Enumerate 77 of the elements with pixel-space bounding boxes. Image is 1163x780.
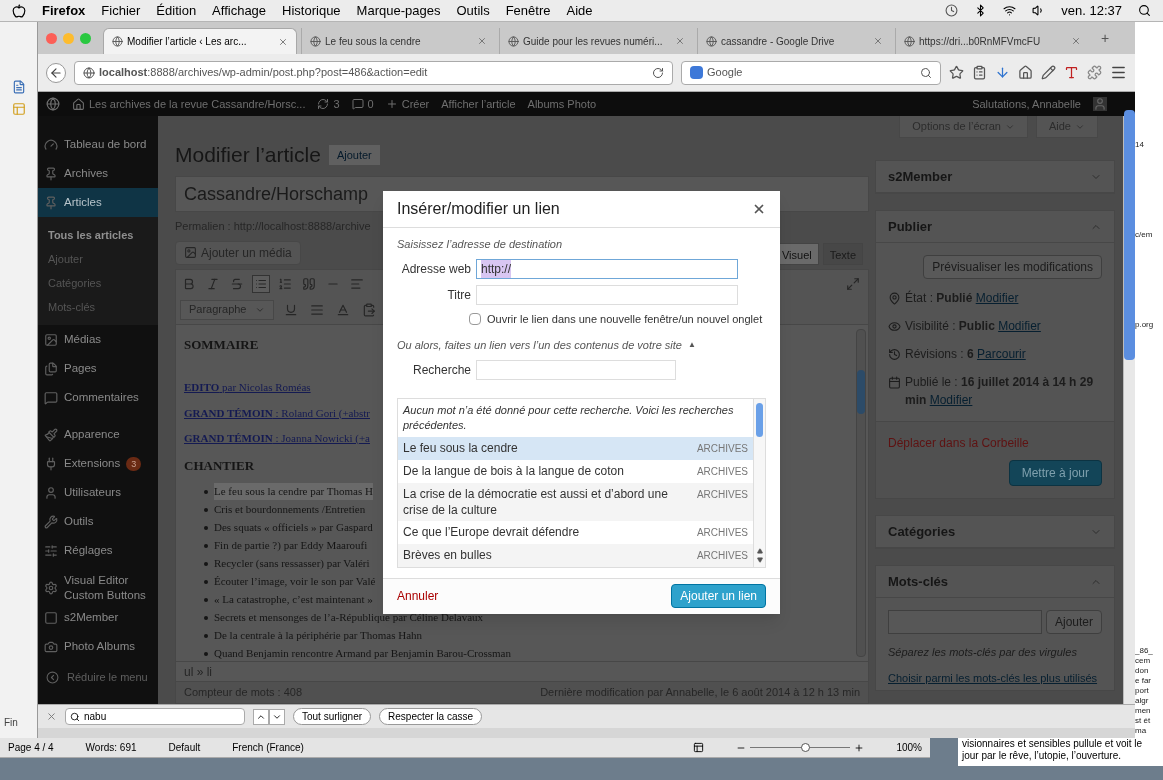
- sidebar-item-label: Médias: [64, 332, 102, 347]
- page-count: Page 4 / 4: [8, 741, 54, 755]
- content-heading: CHANTIER: [184, 456, 255, 475]
- existing-content-text: Ou alors, faites un lien vers l’un des contenus de votre site: [397, 338, 682, 353]
- list-item-text: Des squats « officiels » par Gaspard: [214, 520, 373, 536]
- sidebar-item-label: Commentaires: [64, 390, 139, 405]
- document-fragment: _86_: [1135, 646, 1154, 656]
- document-language: French (France): [232, 741, 304, 755]
- tab-title: cassandre - Google Drive: [721, 34, 836, 49]
- page-style: Default: [168, 741, 201, 755]
- document-fragment: st ét: [1135, 716, 1152, 726]
- panel-title: Catégories: [888, 522, 956, 541]
- list-item-text: Quand Benjamin rencontre Armand par Benjamin Barou-Crossman: [214, 646, 511, 661]
- tab-title: Guide pour les revues numéri...: [523, 34, 664, 49]
- sidebar-item-label: Utilisateurs: [64, 485, 121, 500]
- dialog-title: Insérer/modifier un lien: [397, 199, 560, 219]
- result-title: Brèves en bulles: [403, 546, 493, 563]
- result-title: Le feu sous la cendre: [403, 439, 519, 456]
- url-text: localhost:8888/archives/wp-admin/post.php?post=486&action=edit: [99, 65, 429, 81]
- result-type: ARCHIVES: [696, 548, 748, 563]
- tab-title: Le feu sous la cendre: [325, 34, 422, 49]
- content-heading: SOMMAIRE: [184, 335, 259, 354]
- tab-title: Modifier l’article ‹ Les arc...: [127, 35, 248, 49]
- sidebar-item-label: Réglages: [64, 543, 113, 558]
- list-item-text: Cris et bourdonnements /Entretien: [214, 502, 366, 518]
- sidebar-item-label: s2Member: [64, 610, 119, 625]
- sidebar-item-label: Outils: [64, 514, 94, 529]
- sidebar-item-label: Tableau de bord: [64, 137, 147, 152]
- dialog-intro: Saisissez l’adresse de destination: [397, 237, 564, 252]
- document-fragment: men: [1135, 706, 1152, 716]
- find-fragment: Fin: [3, 716, 18, 730]
- panel-title: Publier: [888, 217, 933, 236]
- sidebar-item-label: Photo Albums: [64, 639, 135, 654]
- document-fragment: port: [1135, 686, 1150, 696]
- word-count: Words: 691: [85, 741, 137, 755]
- document-fragment: algr: [1135, 696, 1150, 706]
- list-item-text: Le feu sous la cendre par Thomas H: [214, 483, 373, 500]
- checkbox-label: Ouvrir le lien dans une nouvelle fenêtre/un nouvel onglet: [487, 311, 763, 327]
- document-fragment: don: [1135, 666, 1150, 676]
- list-item-text: « La catastrophe, c’est maintenant »: [214, 592, 373, 608]
- sidebar-item-label: Articles: [64, 195, 102, 210]
- document-text: visionnaires et sensibles pullule et voit le jour par le rêve, l’utopie, l’ouverture.: [958, 738, 1163, 766]
- document-fragment: 14: [1135, 140, 1145, 150]
- result-type: ARCHIVES: [696, 487, 748, 502]
- search-note: Aucun mot n’a été donné pour cette recherche. Voici les recherches précédentes.: [401, 402, 735, 433]
- result-title: De la langue de bois à la langue de coton: [403, 462, 625, 479]
- result-title: La crise de la démocratie est aussi et d’abord une crise de la culture: [403, 485, 669, 518]
- find-value: nabu: [84, 710, 107, 724]
- result-type: ARCHIVES: [696, 441, 748, 456]
- panel-title: Mots-clés: [888, 572, 948, 591]
- tab-title: https://dri...b0RnMFVmcFU: [919, 34, 1042, 49]
- field-label: Adresse web: [400, 260, 471, 278]
- search-engine-name: Google: [707, 65, 744, 81]
- field-label: Recherche: [411, 361, 471, 379]
- publish-info-text: État : Publié Modifier: [905, 289, 1019, 307]
- sidebar-item-label: Archives: [64, 166, 109, 181]
- document-fragment: cem: [1135, 656, 1152, 666]
- url-input-value: http://: [481, 259, 512, 278]
- sidebar-item-label: Extensions: [64, 456, 121, 471]
- list-item-text: Écouter l’image, voir le son par Valé: [214, 574, 376, 590]
- sidebar-item-label: Pages: [64, 361, 97, 376]
- sidebar-item-label: Visual Editor Custom Buttons: [64, 573, 147, 603]
- publish-info-text: Visibilité : Public Modifier: [905, 318, 1041, 335]
- result-title: Ce que l’Europe devrait défendre: [403, 523, 581, 540]
- count-badge: 3: [126, 456, 142, 471]
- document-fragment: e far: [1135, 676, 1152, 686]
- zoom-percent: 100%: [896, 741, 922, 755]
- sidebar-item-label: Apparence: [64, 427, 120, 442]
- document-fragment: p.org: [1135, 320, 1155, 330]
- document-fragment: c/em: [1135, 230, 1154, 240]
- field-label: Titre: [446, 286, 471, 304]
- result-type: ARCHIVES: [696, 525, 748, 540]
- panel-title: s2Member: [888, 167, 953, 186]
- publish-info-text: Publié le : 16 juillet 2014 à 14 h 29 min Modifier: [905, 374, 1095, 409]
- publish-info-text: Révisions : 6 Parcourir: [905, 346, 1026, 363]
- result-type: ARCHIVES: [696, 464, 748, 479]
- document-fragment: ma: [1135, 726, 1148, 736]
